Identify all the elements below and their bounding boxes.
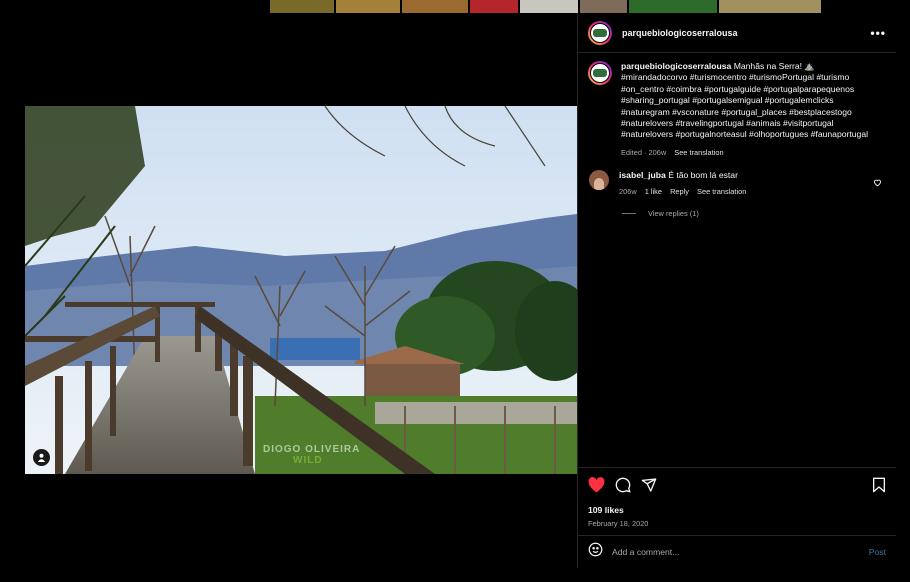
user-tag-button[interactable] bbox=[33, 449, 50, 466]
thumbnail[interactable] bbox=[520, 0, 578, 13]
view-replies-label: View replies (1) bbox=[648, 209, 699, 219]
thumbnail-strip bbox=[270, 0, 863, 13]
post-header: parquebiologicoserralousa ••• bbox=[578, 14, 896, 53]
comment-see-translation[interactable]: See translation bbox=[697, 187, 746, 196]
caption-text: Manhãs na Serra! ⛰️ bbox=[733, 61, 816, 71]
thumbnail[interactable] bbox=[719, 0, 821, 13]
caption-avatar[interactable] bbox=[588, 61, 612, 85]
watermark-line1: DIOGO OLIVEIRA bbox=[263, 444, 361, 455]
commenter-avatar[interactable] bbox=[589, 170, 609, 191]
watermark-line2: WILD bbox=[293, 455, 323, 466]
comment-username[interactable]: isabel_juba bbox=[619, 170, 666, 180]
emoji-icon[interactable] bbox=[588, 542, 603, 562]
post-actions: 109 likes February 18, 2020 bbox=[578, 467, 896, 528]
caption: parquebiologicoserralousa Manhãs na Serr… bbox=[588, 61, 886, 158]
like-heart-icon[interactable] bbox=[588, 477, 605, 493]
comments-section: parquebiologicoserralousa Manhãs na Serr… bbox=[578, 53, 896, 218]
post-image[interactable]: DIOGO OLIVEIRA WILD bbox=[25, 106, 577, 474]
comment-text: É tão bom lá estar bbox=[668, 170, 738, 181]
comment-likes[interactable]: 1 like bbox=[645, 187, 662, 196]
comment-like-icon[interactable] bbox=[873, 174, 882, 192]
comment-icon[interactable] bbox=[615, 477, 631, 493]
more-options-icon[interactable]: ••• bbox=[870, 26, 886, 40]
add-comment-bar: Add a comment... Post bbox=[578, 535, 896, 568]
view-replies-button[interactable]: View replies (1) bbox=[622, 209, 886, 218]
comment-item: isabel_juba É tão bom lá estar 206w 1 li… bbox=[588, 170, 886, 197]
save-bookmark-icon[interactable] bbox=[872, 477, 886, 493]
caption-username[interactable]: parquebiologicoserralousa bbox=[621, 61, 731, 71]
thumbnail[interactable] bbox=[402, 0, 468, 13]
thumbnail[interactable] bbox=[470, 0, 518, 13]
post-side-panel: parquebiologicoserralousa ••• parquebiol… bbox=[577, 14, 896, 568]
comment-reply-button[interactable]: Reply bbox=[670, 187, 689, 196]
photographer-watermark: DIOGO OLIVEIRA WILD bbox=[263, 444, 360, 466]
thumbnail[interactable] bbox=[580, 0, 627, 13]
thumbnail[interactable] bbox=[270, 0, 334, 13]
caption-edited: Edited · 206w bbox=[621, 147, 667, 157]
share-icon[interactable] bbox=[641, 477, 657, 493]
post-date: February 18, 2020 bbox=[588, 519, 649, 528]
account-avatar[interactable] bbox=[588, 21, 612, 45]
replies-divider bbox=[622, 213, 636, 215]
comment-age: 206w bbox=[619, 187, 637, 197]
comment-input[interactable]: Add a comment... bbox=[612, 547, 679, 557]
caption-hashtags[interactable]: #mirandadocorvo #turismocentro #turismoP… bbox=[621, 72, 868, 139]
post-comment-button[interactable]: Post bbox=[869, 547, 886, 557]
caption-see-translation[interactable]: See translation bbox=[674, 148, 723, 157]
thumbnail[interactable] bbox=[629, 0, 717, 13]
landscape-photo bbox=[25, 106, 577, 474]
thumbnail[interactable] bbox=[336, 0, 400, 13]
likes-count[interactable]: 109 likes bbox=[578, 494, 896, 515]
person-icon bbox=[37, 453, 46, 462]
account-username[interactable]: parquebiologicoserralousa bbox=[622, 28, 738, 38]
